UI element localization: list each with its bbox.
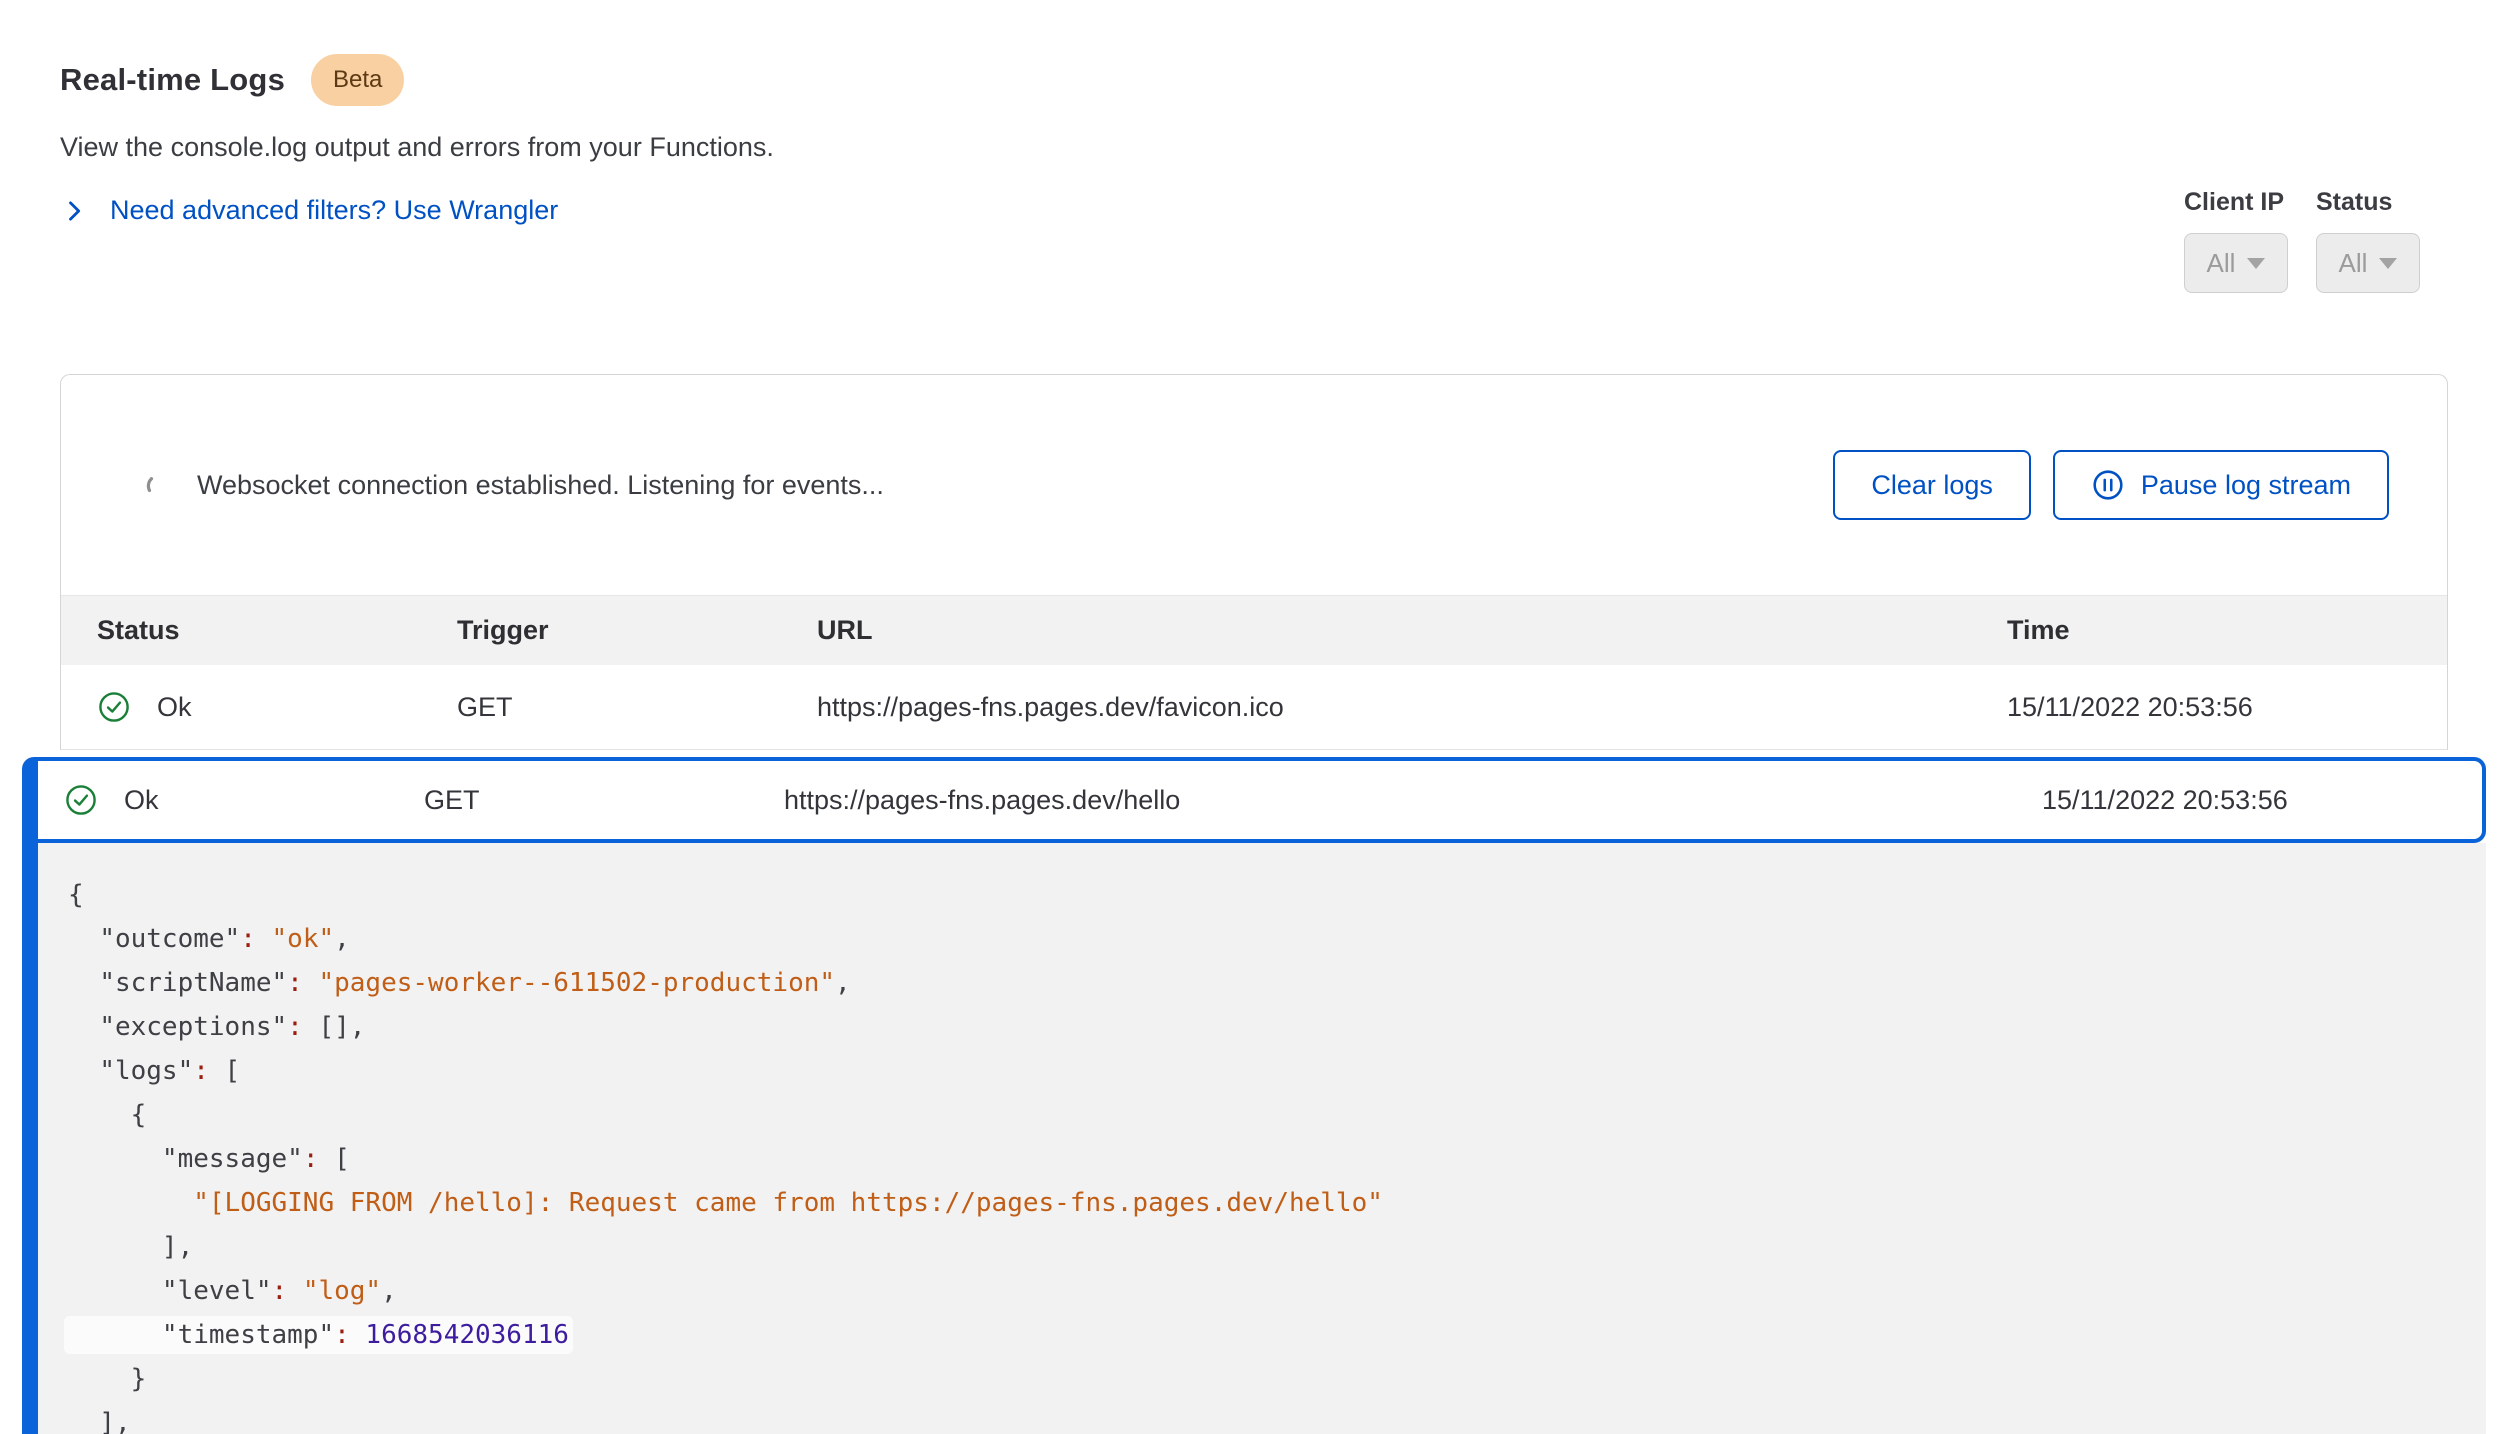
caret-down-icon: [2247, 258, 2265, 269]
clear-logs-label: Clear logs: [1871, 470, 1993, 501]
page-title: Real-time Logs: [60, 62, 285, 98]
column-header-url: URL: [817, 615, 2007, 646]
trigger-cell: GET: [424, 785, 784, 816]
time-cell: 15/11/2022 20:53:56: [2042, 785, 2442, 816]
wrangler-advanced-filters-link[interactable]: Need advanced filters? Use Wrangler: [60, 195, 2448, 226]
trigger-cell: GET: [457, 692, 817, 723]
clear-logs-button[interactable]: Clear logs: [1833, 450, 2031, 520]
status-value: Ok: [157, 692, 192, 723]
table-row[interactable]: Ok GET https://pages-fns.pages.dev/favic…: [61, 665, 2447, 749]
pause-circle-icon: [2091, 468, 2125, 502]
url-cell: https://pages-fns.pages.dev/favicon.ico: [817, 692, 2007, 723]
client-ip-filter-label: Client IP: [2184, 188, 2288, 217]
pause-log-stream-button[interactable]: Pause log stream: [2053, 450, 2389, 520]
status-filter: Status All: [2316, 188, 2420, 293]
page-subtitle: View the console.log output and errors f…: [60, 132, 2448, 163]
client-ip-filter: Client IP All: [2184, 188, 2288, 293]
log-panel-status-bar: Websocket connection established. Listen…: [61, 375, 2447, 595]
status-filter-label: Status: [2316, 188, 2420, 217]
filters: Client IP All Status All: [2184, 188, 2420, 293]
table-row-selected[interactable]: Ok GET https://pages-fns.pages.dev/hello…: [38, 757, 2486, 843]
time-cell: 15/11/2022 20:53:56: [2007, 692, 2407, 723]
page-header: Real-time Logs Beta: [60, 54, 2448, 106]
realtime-logs-page: Real-time Logs Beta View the console.log…: [0, 0, 2508, 1434]
status-dropdown-value: All: [2339, 248, 2368, 279]
column-header-trigger: Trigger: [457, 615, 817, 646]
status-dropdown[interactable]: All: [2316, 233, 2420, 293]
expanded-log-entry: Ok GET https://pages-fns.pages.dev/hello…: [22, 757, 2486, 1434]
status-cell: Ok: [64, 783, 424, 817]
pause-log-stream-label: Pause log stream: [2141, 470, 2351, 501]
beta-badge: Beta: [311, 54, 404, 106]
loading-spinner-icon: [145, 472, 171, 498]
url-cell: https://pages-fns.pages.dev/hello: [784, 785, 2042, 816]
log-json-viewer[interactable]: { "outcome": "ok", "scriptName": "pages-…: [38, 843, 2486, 1434]
status-value: Ok: [124, 785, 159, 816]
client-ip-dropdown[interactable]: All: [2184, 233, 2288, 293]
log-panel-actions: Clear logs Pause log stream: [1833, 450, 2389, 520]
column-header-time: Time: [2007, 615, 2407, 646]
status-cell: Ok: [97, 690, 457, 724]
client-ip-dropdown-value: All: [2207, 248, 2236, 279]
table-header: Status Trigger URL Time: [61, 595, 2447, 665]
log-panel: Websocket connection established. Listen…: [60, 374, 2448, 750]
column-header-status: Status: [97, 615, 457, 646]
caret-down-icon: [2379, 258, 2397, 269]
wrangler-link-label[interactable]: Need advanced filters? Use Wrangler: [110, 195, 558, 226]
connection-status: Websocket connection established. Listen…: [197, 470, 884, 501]
chevron-right-icon: [60, 197, 88, 225]
check-circle-icon: [97, 690, 131, 724]
check-circle-icon: [64, 783, 98, 817]
